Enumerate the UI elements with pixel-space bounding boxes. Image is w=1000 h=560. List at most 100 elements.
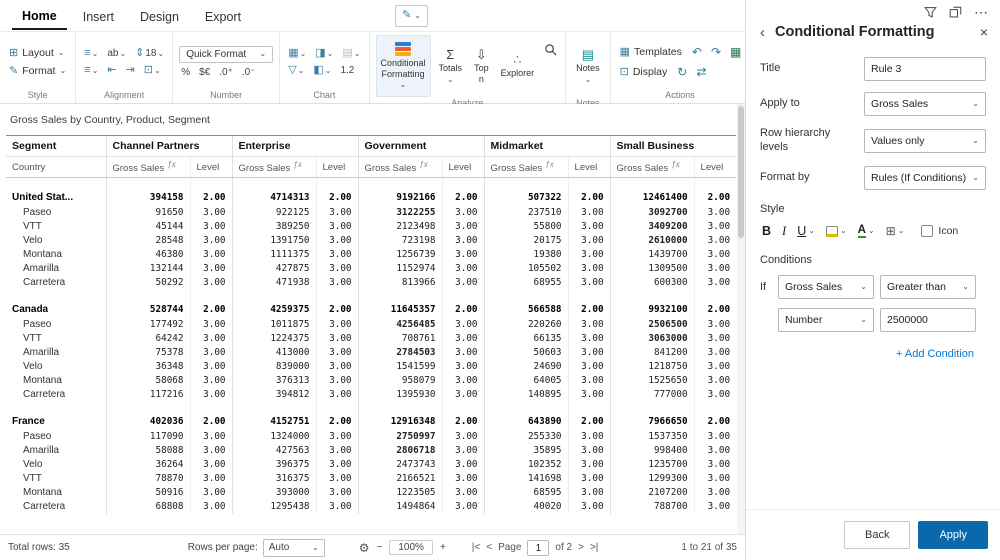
table-row[interactable]: Amarilla 132144 3.00 427875 3.00 1152974 3.00 1… (6, 261, 737, 276)
display-button[interactable]: ⊡ Display (617, 65, 671, 79)
back-button[interactable]: Back (844, 521, 911, 549)
table-row[interactable]: Carretera 50292 3.00 471938 3.00 813966 3.00 68… (6, 275, 737, 290)
explorer-button[interactable]: ∴ Explorer (497, 35, 539, 97)
decimal-places-button[interactable]: 1.2 (338, 65, 356, 77)
zoom-in-button[interactable]: + (440, 542, 446, 553)
fill-color-button[interactable]: ⌄ (824, 224, 849, 239)
table-row[interactable]: Carretera 117216 3.00 394812 3.00 1395930 3.00… (6, 387, 737, 402)
tab-export[interactable]: Export (195, 2, 251, 29)
chart-type-button-4[interactable]: ▽ ⌄ (286, 64, 306, 77)
percent-format-button[interactable]: % (179, 67, 192, 79)
page-number-input[interactable]: 1 (527, 539, 550, 556)
table-row[interactable]: Velo 36348 3.00 839000 3.00 1541599 3.00 24690 3… (6, 359, 737, 374)
quick-format-select[interactable]: Quick Format ⌄ (179, 45, 274, 63)
apply-to-select[interactable]: Gross Sales ⌄ (864, 92, 986, 116)
table-row[interactable]: Amarilla 58088 3.00 427563 3.00 2806718 3.00 35… (6, 443, 737, 458)
swap-icon[interactable]: ⇄ (694, 64, 708, 80)
icon-checkbox[interactable]: Icon (921, 225, 958, 237)
valign-button[interactable]: ≡ ⌄ (82, 64, 100, 77)
table-row[interactable]: VTT 78870 3.00 316375 3.00 2166521 3.00 141698 3… (6, 471, 737, 486)
border-button[interactable]: ⊞ ⌄ (884, 222, 907, 240)
increase-decimal-button[interactable]: .0⁺ (217, 67, 235, 79)
add-condition-link[interactable]: + Add Condition (746, 348, 974, 360)
value-cell: 2.00 (189, 189, 233, 206)
total-rows-label: Total rows: 35 (8, 542, 70, 553)
value-cell: 723198 (357, 233, 443, 248)
apply-button[interactable]: Apply (918, 521, 988, 549)
table-row[interactable]: France 402036 2.00 4152751 2.00 12916348 2.00 6… (6, 413, 737, 430)
edit-mode-button[interactable]: ✎ ⌄ (395, 4, 428, 27)
rule-title-input[interactable] (864, 57, 986, 81)
currency-format-button[interactable]: $€ (197, 67, 212, 79)
font-size-control[interactable]: ⇕ 18 ⌄ (133, 47, 166, 60)
top-n-button[interactable]: ⇩ Top n (470, 35, 493, 97)
table-row[interactable]: Montana 50916 3.00 393000 3.00 1223505 3.00 685… (6, 485, 737, 500)
font-color-icon: A (857, 224, 866, 239)
next-page-button[interactable]: > (578, 542, 584, 553)
tab-home[interactable]: Home (12, 1, 67, 30)
table-row[interactable]: Carretera 68808 3.00 1295438 3.00 1494864 3.00… (6, 499, 737, 514)
undo-icon[interactable]: ↶ (690, 44, 704, 60)
wrap-text-button[interactable]: ab ⌄ (105, 48, 128, 60)
table-row[interactable]: United Stat... 394158 2.00 4714313 2.00 91921… (6, 189, 737, 206)
last-page-button[interactable]: >| (590, 542, 598, 553)
table-row[interactable]: Montana 46380 3.00 1111375 3.00 1256739 3.00 19… (6, 247, 737, 262)
table-row[interactable]: VTT 64242 3.00 1224375 3.00 708761 3.00 66135 3.… (6, 331, 737, 346)
chart-type-button-5[interactable]: ◧ ⌄ (311, 64, 333, 77)
totals-button[interactable]: Σ Totals ⌄ (435, 35, 467, 97)
value-cell: 3.00 (567, 457, 611, 472)
font-color-button[interactable]: A ⌄ (856, 222, 877, 241)
tab-insert[interactable]: Insert (73, 2, 124, 29)
filter-icon[interactable] (924, 6, 937, 19)
chart-type-button-3[interactable]: ▤ ⌄ (340, 47, 362, 60)
table-row[interactable]: Montana 58068 3.00 376313 3.00 958079 3.00 6400… (6, 373, 737, 388)
table-row[interactable]: Canada 528744 2.00 4259375 2.00 11645357 2.00 5… (6, 301, 737, 318)
rows-per-page-select[interactable]: Auto ⌄ (262, 538, 325, 557)
borders-button[interactable]: ⊡ ⌄ (142, 64, 163, 77)
search-icon[interactable] (542, 41, 559, 63)
italic-button[interactable]: I (780, 222, 788, 241)
condition-value-type-select[interactable]: Number ⌄ (778, 307, 874, 332)
underline-button[interactable]: U ⌄ (795, 222, 817, 240)
table-row[interactable]: Amarilla 75378 3.00 413000 3.00 2784503 3.00 50… (6, 345, 737, 360)
table-row[interactable]: Velo 36264 3.00 396375 3.00 2473743 3.00 102352… (6, 457, 737, 472)
expand-icon[interactable] (949, 6, 962, 19)
export-grid-icon[interactable]: ▦ (728, 44, 743, 60)
table-row[interactable]: Paseo 117090 3.00 1324000 3.00 2750997 3.00 255… (6, 429, 737, 444)
indent-decrease-button[interactable]: ⇤ (105, 64, 118, 77)
settings-gear-icon[interactable]: ⚙ (359, 541, 370, 555)
notes-button[interactable]: ▤ Notes ⌄ (572, 35, 604, 97)
back-chevron-icon[interactable]: ‹ (760, 25, 765, 40)
underline-icon: U (797, 224, 807, 238)
prev-page-button[interactable]: < (486, 542, 492, 553)
bold-icon: B (762, 224, 772, 238)
condition-operator-select[interactable]: Greater than ⌄ (880, 274, 976, 299)
table-row[interactable]: VTT 45144 3.00 389250 3.00 2123498 3.00 55800 3.… (6, 219, 737, 234)
bold-button[interactable]: B (760, 222, 773, 240)
indent-increase-button[interactable]: ⇥ (124, 64, 137, 77)
condition-field-select[interactable]: Gross Sales ⌄ (778, 274, 874, 299)
close-icon[interactable]: × (980, 24, 988, 40)
conditional-formatting-button[interactable]: Conditional Formatting ⌄ (375, 35, 431, 97)
zoom-out-button[interactable]: − (377, 542, 383, 553)
table-row[interactable]: Paseo 91650 3.00 922125 3.00 3122255 3.00 23751… (6, 205, 737, 220)
templates-button[interactable]: ▦ Templates (617, 45, 685, 59)
chart-type-button-1[interactable]: ▦ ⌄ (286, 47, 308, 60)
format-button[interactable]: ✎ Format ⌄ (6, 64, 69, 78)
row-hierarchy-select[interactable]: Values only ⌄ (864, 128, 986, 153)
tab-design[interactable]: Design (130, 2, 189, 29)
table-row[interactable]: Paseo 177492 3.00 1011875 3.00 4256485 3.00 220… (6, 317, 737, 332)
condition-value-input[interactable] (880, 307, 976, 332)
redo-icon[interactable]: ↷ (709, 44, 723, 60)
align-button[interactable]: ≡ ⌄ (82, 47, 100, 60)
format-by-select[interactable]: Rules (If Conditions) ⌄ (864, 165, 986, 190)
first-page-button[interactable]: |< (472, 542, 480, 553)
vertical-scrollbar[interactable] (737, 104, 745, 534)
refresh-icon[interactable]: ↻ (675, 64, 689, 80)
table-row[interactable]: Velo 28548 3.00 1391750 3.00 723198 3.00 20175 3… (6, 233, 737, 248)
more-options-icon[interactable]: ⋯ (974, 5, 988, 19)
scrollbar-thumb[interactable] (738, 106, 744, 238)
layout-button[interactable]: ⊞ Layout ⌄ (6, 46, 67, 60)
decrease-decimal-button[interactable]: .0⁻ (240, 67, 258, 79)
chart-type-button-2[interactable]: ◨ ⌄ (313, 47, 335, 60)
